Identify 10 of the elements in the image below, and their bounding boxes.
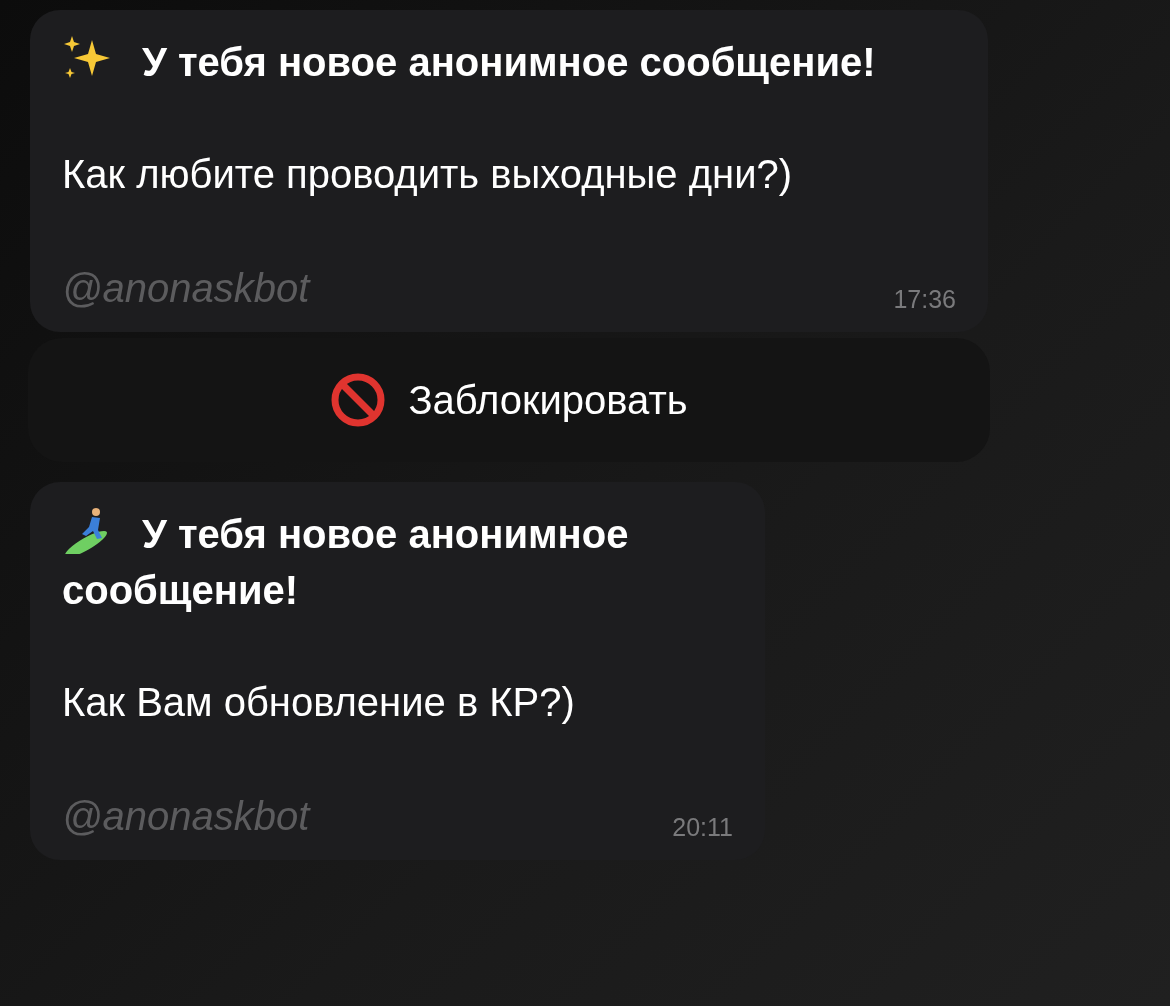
message-text: Как Вам обновление в КР?) <box>62 679 576 726</box>
block-button[interactable]: Заблокировать <box>28 338 990 462</box>
message-title: У тебя новое анонимное сообщение! <box>62 34 956 90</box>
via-bot-label: @anonaskbot <box>62 265 310 312</box>
via-bot-label: @anonaskbot <box>62 793 310 840</box>
message-text: Как любите проводить выходные дни?) <box>62 151 794 198</box>
message-time: 17:36 <box>893 285 956 314</box>
prohibited-icon <box>330 372 387 428</box>
message-time: 20:11 <box>672 813 733 842</box>
message-title: У тебя новое анонимное сообщение! <box>62 506 733 618</box>
